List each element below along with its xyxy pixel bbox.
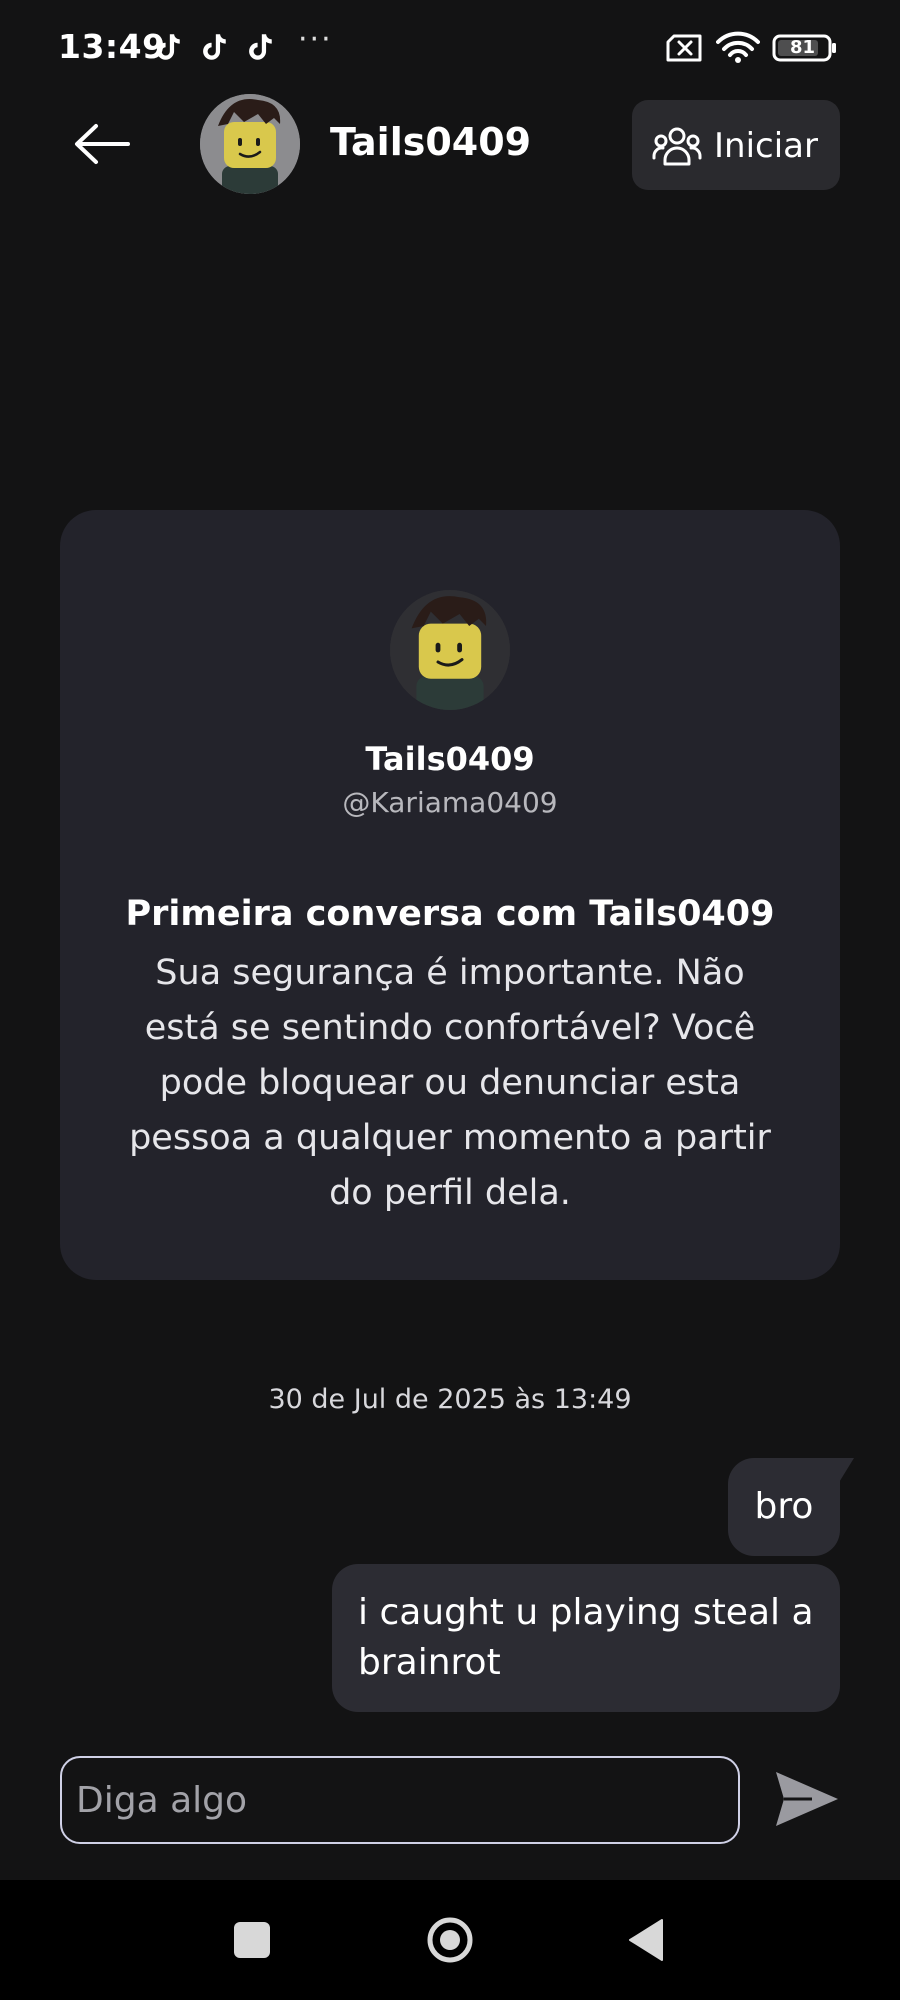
avatar-image (390, 590, 510, 710)
wifi-icon (716, 31, 760, 63)
message-composer (0, 1740, 900, 1880)
tiktok-icon (203, 34, 226, 60)
contact-avatar[interactable] (200, 94, 300, 194)
more-notifications-icon: ··· (298, 22, 333, 57)
safety-notice-text: Sua segurança é importante. Não está se … (129, 953, 771, 1213)
battery-level: 81 (790, 37, 816, 58)
send-icon[interactable] (772, 1768, 842, 1830)
bubble-tail (838, 1458, 854, 1484)
start-button-label: Iniciar (714, 126, 818, 166)
message-bubble[interactable]: bro (728, 1458, 840, 1556)
recent-apps-icon[interactable] (234, 1922, 270, 1958)
card-username: @Kariama0409 (342, 786, 558, 819)
tiktok-icon (157, 34, 180, 60)
tiktok-icon (249, 34, 272, 60)
card-display-name: Tails0409 (365, 740, 535, 778)
card-title: Primeira conversa com Tails0409 (125, 894, 775, 934)
home-icon[interactable] (426, 1916, 474, 1964)
contact-name[interactable]: Tails0409 (330, 120, 531, 164)
card-avatar[interactable] (390, 590, 510, 710)
chat-header: Tails0409 Iniciar (0, 90, 900, 200)
message-bubble[interactable]: i caught u playing steal a brainrot (332, 1564, 840, 1712)
back-icon[interactable] (628, 1918, 664, 1962)
people-group-icon (652, 127, 702, 166)
message-timestamp: 30 de Jul de 2025 às 13:49 (268, 1384, 632, 1415)
message-text: i caught u playing steal a brainrot (358, 1592, 814, 1683)
avatar-image (200, 94, 300, 194)
sim-off-icon (666, 34, 702, 62)
message-input[interactable] (60, 1756, 740, 1844)
system-nav-bar (0, 1880, 900, 2000)
start-button[interactable]: Iniciar (632, 100, 840, 190)
first-conversation-card: Tails0409 @Kariama0409 Primeira conversa… (60, 510, 840, 1280)
back-arrow-icon[interactable] (72, 122, 132, 166)
status-bar: 13:49 ··· 81 (0, 0, 900, 96)
